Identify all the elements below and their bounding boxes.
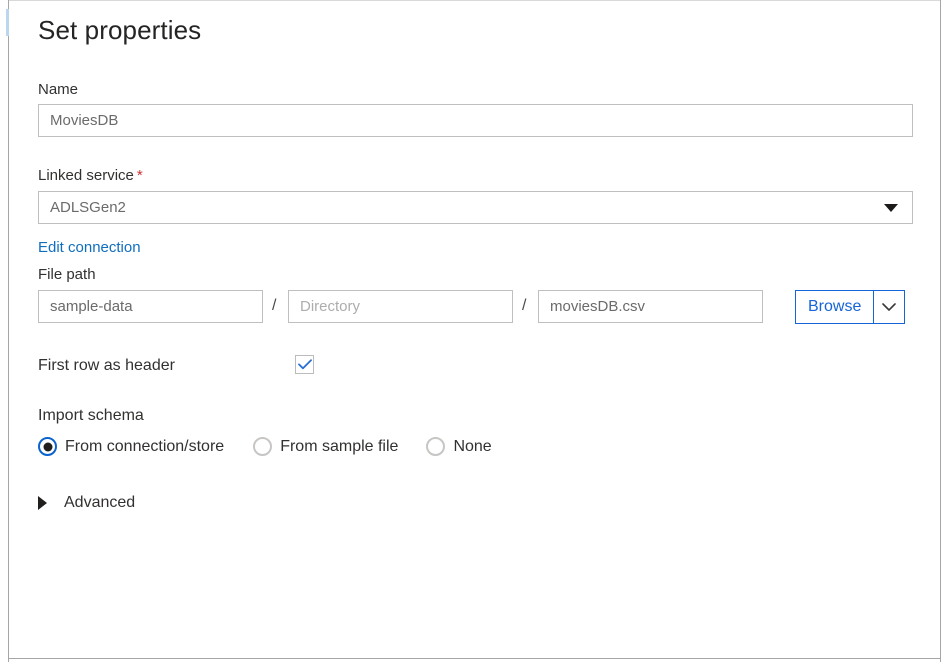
chevron-down-icon: [884, 204, 898, 212]
linked-service-label-text: Linked service: [38, 167, 134, 184]
file-path-directory-input[interactable]: Directory: [288, 290, 513, 323]
panel-right-border: [940, 0, 941, 662]
first-row-as-header-checkbox[interactable]: [295, 355, 314, 374]
radio-label: From sample file: [280, 438, 398, 456]
browse-dropdown-button[interactable]: [874, 291, 904, 323]
file-path-container-input[interactable]: sample-data: [38, 290, 263, 323]
linked-service-value: ADLSGen2: [50, 199, 126, 216]
radio-mark-icon: [253, 437, 272, 456]
browse-split-button[interactable]: Browse: [795, 290, 905, 324]
panel-bottom-border: [9, 658, 941, 659]
browse-button[interactable]: Browse: [796, 291, 873, 323]
name-input[interactable]: MoviesDB: [38, 104, 913, 137]
advanced-label: Advanced: [64, 494, 135, 512]
set-properties-panel: Set properties Name MoviesDB Linked serv…: [0, 0, 944, 662]
radio-label: None: [453, 438, 491, 456]
radio-from-sample-file[interactable]: From sample file: [253, 437, 398, 456]
panel-top-border: [9, 0, 941, 1]
file-path-separator-2: /: [522, 297, 526, 315]
radio-label: From connection/store: [65, 438, 224, 456]
advanced-section-toggle[interactable]: Advanced: [38, 494, 135, 512]
chevron-down-icon: [882, 303, 896, 312]
file-path-separator-1: /: [272, 297, 276, 315]
panel-left-border: [8, 0, 9, 662]
check-icon: [298, 359, 312, 370]
linked-service-label: Linked service*: [38, 167, 143, 184]
required-asterisk: *: [134, 167, 143, 184]
name-field-label: Name: [38, 81, 78, 98]
radio-from-connection-store[interactable]: From connection/store: [38, 437, 224, 456]
linked-service-dropdown[interactable]: ADLSGen2: [38, 191, 913, 224]
radio-mark-icon: [426, 437, 445, 456]
radio-mark-icon: [38, 437, 57, 456]
radio-none[interactable]: None: [426, 437, 491, 456]
import-schema-radio-group: From connection/store From sample file N…: [38, 437, 492, 456]
page-title: Set properties: [38, 15, 201, 46]
panel-left-accent-marker: [6, 9, 9, 36]
edit-connection-link[interactable]: Edit connection: [38, 239, 141, 256]
file-path-label: File path: [38, 266, 96, 283]
triangle-right-icon: [38, 496, 47, 510]
file-path-file-input[interactable]: moviesDB.csv: [538, 290, 763, 323]
import-schema-label: Import schema: [38, 407, 144, 425]
first-row-as-header-label: First row as header: [38, 357, 175, 375]
